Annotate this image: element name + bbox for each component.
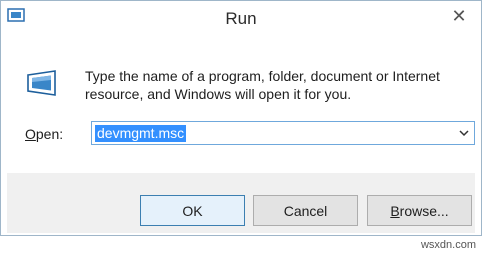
description-line-2: resource, and Windows will open it for y…: [85, 86, 352, 102]
ok-button[interactable]: OK: [140, 195, 245, 226]
watermark-text: wsxdn.com: [420, 239, 476, 251]
open-combobox[interactable]: devmgmt.msc: [91, 121, 475, 145]
open-label: Open:: [25, 126, 63, 142]
open-input-value[interactable]: devmgmt.msc: [95, 125, 187, 142]
description-line-1: Type the name of a program, folder, docu…: [85, 68, 440, 84]
chevron-down-icon[interactable]: [458, 126, 470, 140]
open-label-accesskey: O: [25, 126, 36, 142]
dialog-body: Type the name of a program, folder, docu…: [7, 39, 475, 173]
window-title: Run: [225, 9, 257, 28]
close-icon: ✕: [451, 5, 467, 26]
browse-accesskey: B: [390, 202, 400, 219]
browse-label: rowse...: [399, 202, 449, 219]
run-dialog-window: Run ✕ Type the name of a program, folder…: [0, 0, 482, 236]
browse-button[interactable]: Browse...: [367, 195, 472, 226]
close-button[interactable]: ✕: [445, 5, 473, 27]
title-bar[interactable]: Run ✕: [1, 1, 481, 37]
run-program-icon: [27, 70, 56, 96]
dialog-description: Type the name of a program, folder, docu…: [85, 67, 465, 103]
button-bar: OK Cancel Browse...: [7, 173, 475, 233]
open-label-text: pen:: [35, 126, 64, 142]
cancel-button[interactable]: Cancel: [253, 195, 358, 226]
